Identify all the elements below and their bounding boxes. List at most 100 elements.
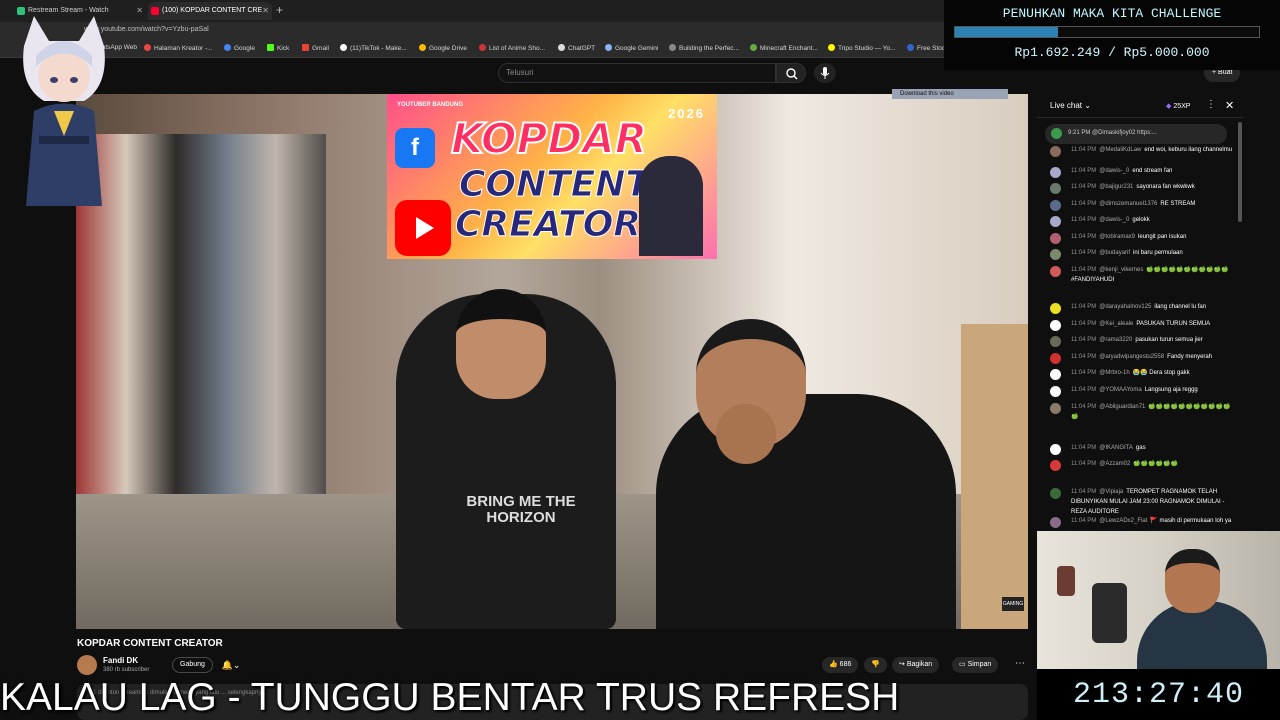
youtube-icon [151,7,159,15]
join-button[interactable]: Gabung [172,657,213,673]
bookmark-icon [479,44,486,51]
chatgpt-icon [558,44,565,51]
chevron-down-icon: ⌄ [232,660,241,670]
search-button[interactable] [776,63,806,83]
bookmark-gmail[interactable]: Gmail [302,44,329,52]
challenge-progress-fill [955,27,1058,37]
subscriber-count: 380 rb subscriber [103,667,150,673]
chat-avatar [1050,336,1061,347]
bookmark-gemini[interactable]: Google Gemini [605,44,658,52]
tab-label: (100) KOPDAR CONTENT CRE [162,7,263,14]
channel-name[interactable]: Fandi DK [103,656,138,665]
bookmark-tiktok[interactable]: (11)TikTok - Make... [340,44,407,52]
thumbs-down-icon: 👎 [871,661,880,668]
bookmark-minecraft[interactable]: Minecraft Enchant... [750,44,818,52]
close-icon[interactable]: ✕ [1225,99,1234,112]
chat-avatar [1050,444,1061,455]
chat-message: 11:04 PM @dawis-_0 end stream fan [1050,166,1236,178]
save-button[interactable]: ▭ Simpan [952,657,999,673]
chat-avatar [1050,403,1061,414]
bookmark-kick[interactable]: Kick [267,44,289,52]
chat-avatar [1050,386,1061,397]
live-chat-title[interactable]: Live chat ⌄ [1050,101,1091,110]
person-right [656,394,956,629]
webcam-background-object [1057,566,1075,596]
chat-message: 11:04 PM @LewzADx2_Flat 🚩 masih di permuka… [1050,516,1236,530]
vtuber-avatar [23,16,105,206]
chat-message: 11:04 PM @YOMAAYoma Langsung aja reggg [1050,385,1236,397]
stream-overlay-message: KALAU LAG - TUNGGU BENTAR TRUS REFRESH [0,676,900,719]
chat-avatar [1050,167,1061,178]
bookmark-drive[interactable]: Google Drive [419,44,467,52]
search-icon [786,68,798,80]
chat-message: 11:04 PM @rama3220 pasukan turun semua jie… [1050,335,1236,347]
diamond-icon: ◆ [1166,103,1172,110]
bookmark-icon [669,44,676,51]
bookmark-google[interactable]: Google [224,44,255,52]
challenge-amount: Rp1.692.249 / Rp5.000.000 [1014,45,1210,60]
stream-timer: 213:27:40 [1072,678,1245,712]
bookmark-tripo[interactable]: Tripo Studio — Yo... [828,44,896,52]
webcam-feed [1037,531,1280,669]
chat-avatar [1050,183,1061,194]
channel-avatar[interactable] [77,655,97,675]
banner-line2: CONTENT [459,164,651,206]
chat-avatar [1050,146,1061,157]
bookmark-chatgpt[interactable]: ChatGPT [558,44,595,52]
shelf [961,324,1028,629]
search-input[interactable] [498,63,776,83]
chat-avatar [1050,200,1061,211]
gmail-icon [302,44,309,51]
bookmark-anime[interactable]: List of Anime Sho... [479,44,545,52]
share-button[interactable]: ↪ Bagikan [892,657,940,673]
chat-menu-button[interactable]: ⋮ [1206,99,1216,110]
chat-message: 11:04 PM @Mrbro-1h 😭😭 Dera stop gakk [1050,368,1236,380]
dislike-button[interactable]: 👎 [864,657,887,673]
chat-message: 11:04 PM @Vipiaja TEROMPET RAGNAMOK TELAH … [1050,487,1236,517]
chat-avatar [1050,266,1061,277]
notification-bell-button[interactable]: 🔔⌄ [216,657,246,673]
drive-icon [419,44,426,51]
google-icon [224,44,231,51]
thumbs-up-icon: 👍 [829,661,840,668]
chat-avatar [1050,517,1061,528]
challenge-title: PENUHKAN MAKA KITA CHALLENGE [1002,6,1222,21]
search-placeholder: Telusuri [506,68,534,77]
chat-avatar [1050,249,1061,260]
chat-scrollbar[interactable] [1238,122,1242,222]
close-icon[interactable]: ✕ [136,2,143,20]
bookmark-kreator[interactable]: Halaman Kreator -... [144,44,213,52]
chat-message: 11:04 PM @darayahalnov125 ilang channel lu… [1050,302,1236,314]
chat-message: 11:04 PM @dawis-_0 gelokk [1050,215,1236,227]
chat-message: 11:04 PM @Abilguardian71 🍏🍏🍏🍏🍏🍏🍏🍏🍏🍏🍏🍏 [1050,402,1236,422]
banner-year: 2026 [668,106,705,121]
like-button[interactable]: 👍 686 [822,657,859,673]
person-right-hand [716,404,776,464]
chat-avatar [1050,320,1061,331]
new-tab-button[interactable]: + [276,3,283,17]
chat-avatar [1050,233,1061,244]
webcam-person-face [1165,549,1220,613]
close-icon[interactable]: ✕ [262,2,269,20]
chevron-down-icon: ⌄ [1084,101,1091,110]
gaming-watermark: GAMING [1002,597,1024,611]
download-video-bar[interactable]: Download this video [892,89,1008,99]
kick-icon [267,44,274,51]
bookmark-building[interactable]: Building the Perfec... [669,44,739,52]
clothes-rack [76,134,326,494]
chat-avatar [1050,488,1061,499]
chat-avatar [1050,460,1061,471]
bookmark-icon [907,44,914,51]
banner-line3: CREATOR [454,204,642,246]
banner-host-photo [639,156,703,256]
pinned-message-text: 9:21 PM @Dimaskifjoy02 https:... [1068,130,1157,136]
more-options-button[interactable]: ⋯ [1012,657,1028,673]
chat-avatar [1050,303,1061,314]
webcam-chair [1092,583,1127,643]
chat-avatar [1050,216,1061,227]
tab-label: Restream Stream - Watch [28,7,109,14]
tab-youtube[interactable]: (100) KOPDAR CONTENT CRE ✕ [148,2,272,20]
voice-search-button[interactable] [814,63,836,83]
xp-badge[interactable]: ◆ 25XP [1166,102,1190,110]
bookmark-freestock[interactable]: Free Stock [907,44,948,52]
